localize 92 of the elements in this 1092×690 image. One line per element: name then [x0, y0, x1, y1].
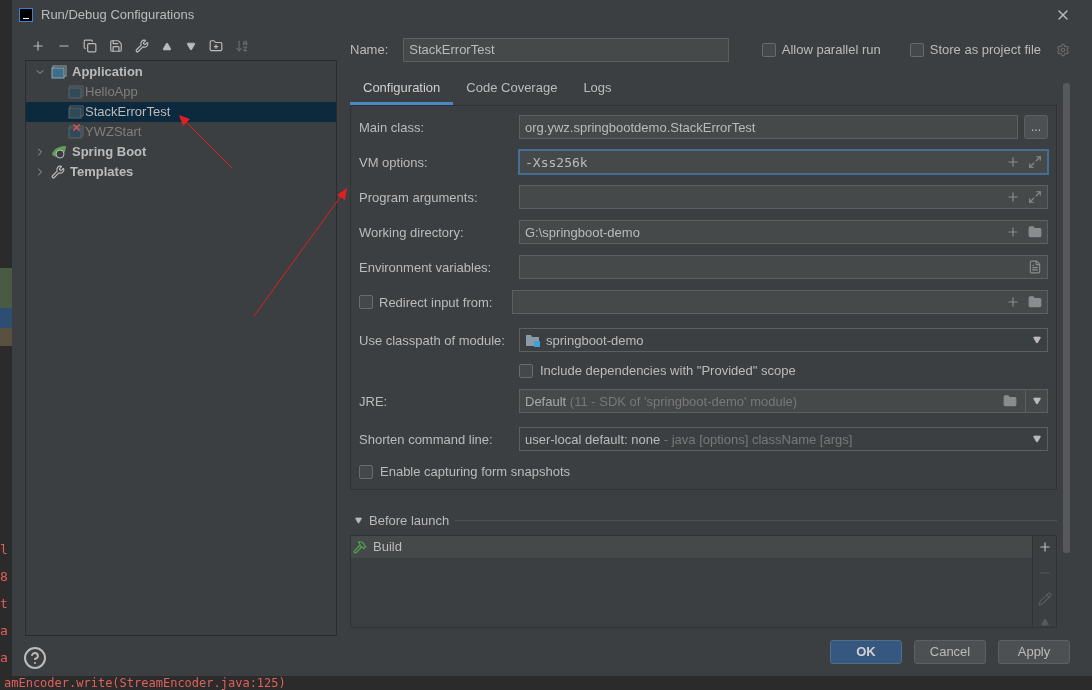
wrench-icon[interactable] [135, 39, 149, 53]
field-label: Shorten command line: [359, 430, 494, 449]
dropdown-arrow-icon [1032, 435, 1042, 444]
browse-button[interactable]: ... [1024, 115, 1048, 140]
checkbox[interactable] [519, 363, 533, 378]
field-label: Name: [350, 41, 389, 60]
move-down-icon[interactable] [185, 41, 197, 51]
checkbox-label: Redirect input from: [379, 293, 493, 312]
folder-icon[interactable] [1003, 394, 1017, 409]
field-label: Working directory: [359, 223, 465, 242]
section-title: Before launch [369, 511, 450, 530]
folder-icon[interactable] [1028, 295, 1042, 310]
app-logo-icon [19, 8, 33, 22]
checkbox[interactable] [359, 295, 373, 310]
console-line: amEncoder.write(StreamEncoder.java:125) [4, 676, 286, 690]
folder-icon[interactable] [1028, 225, 1042, 240]
copy-icon[interactable] [83, 39, 97, 53]
input-field[interactable] [512, 290, 1048, 315]
checkbox-label: Allow parallel run [781, 41, 881, 60]
expand-icon[interactable] [1028, 190, 1042, 205]
add-icon[interactable] [1006, 190, 1020, 205]
tab[interactable]: Code Coverage [453, 73, 571, 105]
input-field[interactable] [519, 255, 1048, 280]
tree-item[interactable]: HelloApp [26, 82, 336, 102]
field-label: VM options: [359, 153, 429, 172]
dialog-button[interactable]: OK [830, 640, 902, 664]
checkbox[interactable] [761, 43, 776, 57]
window-icon [51, 65, 67, 79]
field-label: JRE: [359, 392, 389, 411]
new-folder-icon[interactable] [209, 39, 223, 53]
field-label: Program arguments: [359, 188, 479, 207]
save-icon[interactable] [109, 39, 123, 53]
scrollbar[interactable] [1063, 83, 1070, 553]
name-field[interactable]: StackErrorTest [403, 38, 730, 62]
code-character: a [0, 622, 9, 640]
checkbox[interactable] [359, 464, 373, 479]
dropdown-value: springboot-demo [546, 331, 645, 350]
field-label: Main class: [359, 118, 426, 137]
hammer-icon [353, 540, 367, 554]
tree-group[interactable]: Spring Boot [72, 142, 147, 162]
tree-group[interactable]: Application [72, 62, 143, 82]
field-label: Use classpath of module: [359, 331, 506, 350]
leaf-icon [51, 145, 67, 159]
checkbox-label: Store as project file [929, 41, 1041, 60]
code-character: a [0, 649, 9, 667]
checkbox-label: Include dependencies with "Provided" scope [540, 362, 796, 381]
window-icon [68, 85, 84, 99]
window-icon [68, 105, 84, 119]
field-value: G:\springboot-demo [525, 223, 641, 242]
field-value: -Xss256k [525, 153, 589, 172]
code-character: l [0, 541, 9, 559]
input-field[interactable]: -Xss256k [519, 150, 1048, 175]
add-icon[interactable] [1037, 540, 1052, 554]
tab[interactable]: Logs [570, 73, 625, 105]
folder-icon [525, 333, 541, 348]
dropdown-value: user-local default: none - java [options] className [args] [525, 430, 854, 449]
dialog-button[interactable]: Cancel [914, 640, 986, 664]
move-up-icon[interactable] [161, 41, 173, 51]
add-icon[interactable] [1006, 155, 1020, 170]
wrench-icon [51, 165, 65, 179]
checkbox[interactable] [909, 43, 924, 57]
tab[interactable]: Configuration [350, 73, 454, 105]
dropdown[interactable]: user-local default: none - java [options] className [args] [519, 427, 1048, 452]
dropdown-arrow-icon[interactable] [1031, 397, 1042, 406]
dropdown[interactable]: springboot-demo [519, 328, 1048, 353]
window-icon [68, 125, 84, 139]
expand-icon[interactable] [1028, 155, 1042, 170]
add-icon[interactable] [31, 39, 45, 53]
tree-group[interactable]: Templates [70, 162, 134, 182]
tree-item[interactable]: StackErrorTest [26, 102, 336, 122]
add-icon[interactable] [1006, 295, 1020, 310]
field-value: org.ywz.springbootdemo.StackErrorTest [525, 118, 757, 137]
add-icon[interactable] [1006, 225, 1020, 240]
sort-icon[interactable] [235, 39, 249, 53]
tree-item[interactable]: YWZStart [26, 122, 336, 142]
document-icon[interactable] [1028, 260, 1042, 275]
error-icon [71, 122, 82, 133]
dialog-button[interactable]: Apply [998, 640, 1070, 664]
code-character: 8 [0, 568, 9, 586]
help-icon[interactable] [23, 646, 47, 670]
settings-icon[interactable] [1056, 43, 1070, 57]
input-field[interactable] [519, 185, 1048, 210]
window-title: Run/Debug Configurations [41, 6, 196, 25]
input-field[interactable]: G:\springboot-demo [519, 220, 1048, 245]
collapse-icon[interactable] [354, 516, 363, 524]
checkbox-label: Enable capturing form snapshots [380, 463, 571, 482]
field-label: Environment variables: [359, 258, 493, 277]
dropdown-arrow-icon [1032, 336, 1042, 345]
task-item[interactable]: Build [351, 536, 1032, 558]
code-character: t [0, 595, 9, 613]
input-field[interactable]: org.ywz.springbootdemo.StackErrorTest [519, 115, 1018, 140]
edit-icon[interactable] [1037, 592, 1052, 606]
